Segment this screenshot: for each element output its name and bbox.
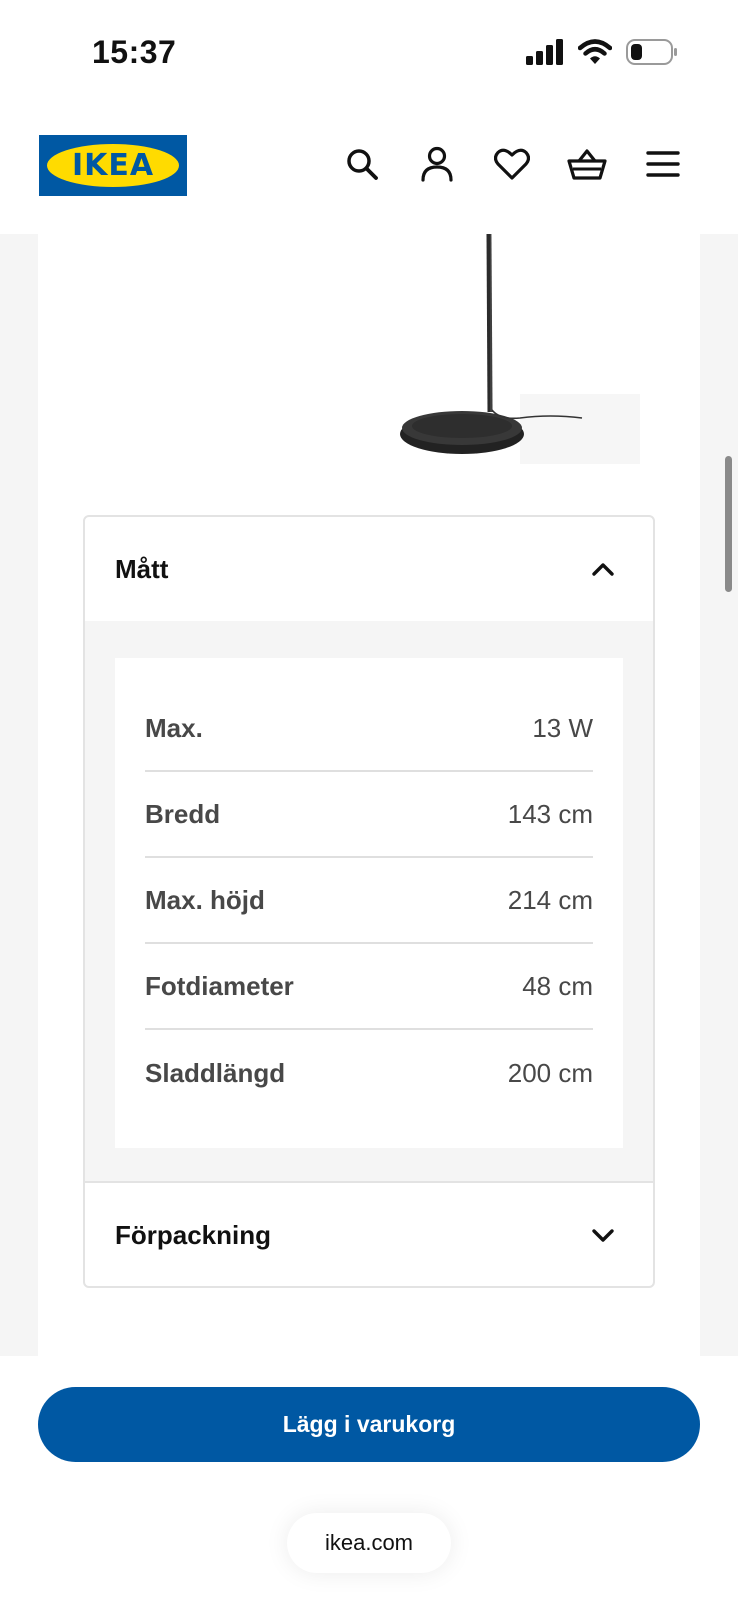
spec-value: 143 cm <box>507 798 593 829</box>
spec-value: 13 W <box>532 712 593 743</box>
spec-label: Fotdiameter <box>145 970 294 1001</box>
spec-label: Max. höjd <box>145 884 265 915</box>
spec-row: Bredd 143 cm <box>145 772 593 858</box>
screen: 15:37 IKEA Mått Max. 13 W Bredd 143 cm M… <box>0 0 738 1600</box>
user-icon[interactable] <box>417 144 457 184</box>
product-details-accordion: Mått Max. 13 W Bredd 143 cm Max. höjd 21… <box>83 515 655 1288</box>
spec-value: 48 cm <box>522 970 593 1001</box>
menu-icon[interactable] <box>643 144 683 184</box>
accordion-header-dimensions[interactable]: Mått <box>85 517 653 621</box>
spec-label: Bredd <box>145 798 221 829</box>
add-to-cart-button[interactable]: Lägg i varukorg <box>38 1387 700 1462</box>
product-image[interactable] <box>390 233 660 470</box>
spec-value: 214 cm <box>507 884 593 915</box>
chevron-up-icon <box>589 555 617 583</box>
spec-list: Max. 13 W Bredd 143 cm Max. höjd 214 cm … <box>115 658 623 1148</box>
accordion-header-packaging[interactable]: Förpackning <box>85 1183 653 1286</box>
wifi-icon <box>577 39 613 70</box>
battery-icon <box>626 38 678 71</box>
logo-text: IKEA <box>71 148 155 183</box>
signal-icon <box>526 39 564 70</box>
status-icons <box>526 38 678 71</box>
accordion-title-dimensions: Mått <box>115 553 169 584</box>
ikea-logo[interactable]: IKEA <box>39 135 187 196</box>
status-bar: 15:37 <box>0 0 738 100</box>
status-time: 15:37 <box>92 34 177 70</box>
accordion-body-dimensions: Max. 13 W Bredd 143 cm Max. höjd 214 cm … <box>85 621 653 1181</box>
chevron-down-icon <box>589 1221 617 1249</box>
spec-label: Sladdlängd <box>145 1057 286 1088</box>
browser-url-bar[interactable]: ikea.com <box>287 1513 451 1573</box>
spec-row: Sladdlängd 200 cm <box>145 1030 593 1116</box>
scrollbar[interactable] <box>725 456 732 592</box>
spec-row: Fotdiameter 48 cm <box>145 944 593 1030</box>
basket-icon[interactable] <box>567 144 607 184</box>
accordion-title-packaging: Förpackning <box>115 1219 272 1250</box>
spec-row: Max. 13 W <box>145 686 593 772</box>
spec-label: Max. <box>145 712 203 743</box>
site-header: IKEA <box>0 100 738 234</box>
spec-row: Max. höjd 214 cm <box>145 858 593 944</box>
spec-value: 200 cm <box>507 1057 593 1088</box>
heart-icon[interactable] <box>492 144 532 184</box>
search-icon[interactable] <box>342 144 382 184</box>
